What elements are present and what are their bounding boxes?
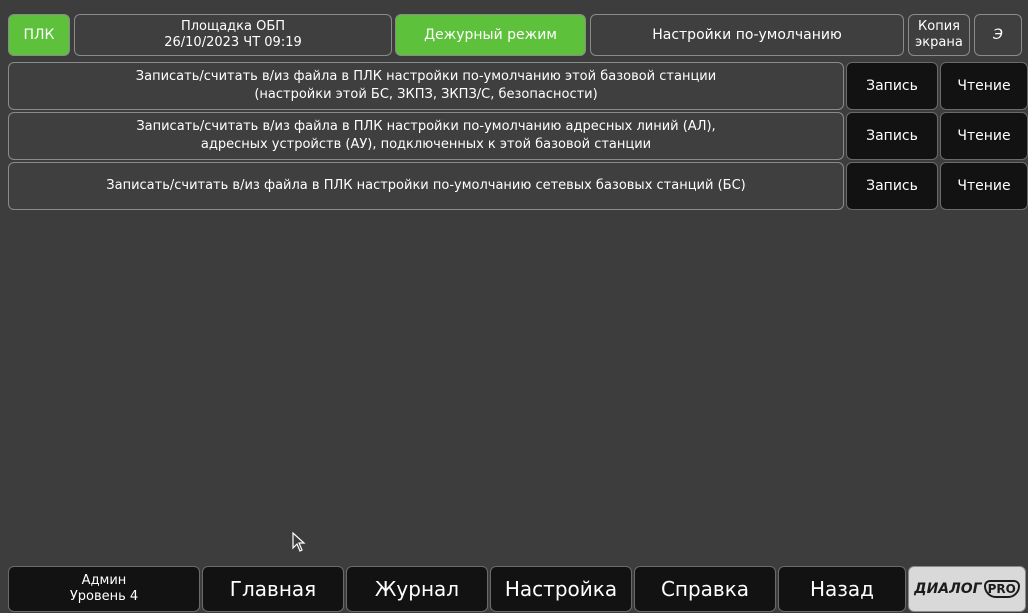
- read-label: Чтение: [957, 128, 1011, 144]
- write-button[interactable]: Запись: [846, 162, 938, 210]
- screen-copy-line2: экрана: [915, 35, 963, 50]
- write-label: Запись: [866, 128, 918, 144]
- datetime: 26/10/2023 ЧТ 09:19: [164, 35, 302, 50]
- write-label: Запись: [866, 78, 918, 94]
- write-button[interactable]: Запись: [846, 62, 938, 110]
- mode-indicator[interactable]: Дежурный режим: [395, 14, 586, 56]
- plc-button[interactable]: ПЛК: [8, 14, 70, 56]
- nav-back-label: Назад: [809, 577, 874, 601]
- row-line2: адресных устройств (АУ), подключенных к …: [200, 137, 652, 152]
- dialog-pro-logo: ДИАЛОГ PRO: [908, 566, 1026, 612]
- write-button[interactable]: Запись: [846, 112, 938, 160]
- nav-journal-button[interactable]: Журнал: [346, 566, 488, 612]
- settings-row-address-lines: Записать/считать в/из файла в ПЛК настро…: [8, 112, 844, 160]
- read-label: Чтение: [957, 178, 1011, 194]
- plc-label: ПЛК: [23, 27, 55, 43]
- row-line1: Записать/считать в/из файла в ПЛК настро…: [135, 69, 717, 84]
- screen-copy-line1: Копия: [918, 19, 960, 34]
- screen-copy-button[interactable]: Копия экрана: [908, 14, 970, 56]
- read-button[interactable]: Чтение: [940, 62, 1028, 110]
- user-info[interactable]: Админ Уровень 4: [8, 566, 200, 612]
- site-name: Площадка ОБП: [180, 19, 286, 34]
- mode-label: Дежурный режим: [424, 27, 557, 43]
- logo-pro: PRO: [983, 580, 1020, 598]
- energy-button[interactable]: Э: [974, 14, 1022, 56]
- mouse-cursor-icon: [292, 532, 306, 552]
- nav-settings-label: Настройка: [504, 577, 618, 601]
- page-title-label: Настройки по-умолчанию: [652, 27, 842, 43]
- nav-help-label: Справка: [660, 577, 750, 601]
- settings-row-base-station: Записать/считать в/из файла в ПЛК настро…: [8, 62, 844, 110]
- nav-main-label: Главная: [229, 577, 317, 601]
- energy-label: Э: [993, 27, 1003, 43]
- nav-back-button[interactable]: Назад: [778, 566, 906, 612]
- row-line1: Записать/считать в/из файла в ПЛК настро…: [106, 178, 746, 193]
- nav-settings-button[interactable]: Настройка: [490, 566, 632, 612]
- read-button[interactable]: Чтение: [940, 162, 1028, 210]
- read-label: Чтение: [957, 78, 1011, 94]
- row-line1: Записать/считать в/из файла в ПЛК настро…: [136, 119, 716, 134]
- settings-row-network-stations: Записать/считать в/из файла в ПЛК настро…: [8, 162, 844, 210]
- row-line2: (настройки этой БС, ЗКПЗ, ЗКПЗ/С, безопа…: [254, 87, 598, 102]
- user-name: Админ: [81, 573, 127, 588]
- read-button[interactable]: Чтение: [940, 112, 1028, 160]
- site-info: Площадка ОБП 26/10/2023 ЧТ 09:19: [74, 14, 392, 56]
- nav-journal-label: Журнал: [374, 577, 460, 601]
- page-title: Настройки по-умолчанию: [590, 14, 904, 56]
- user-level: Уровень 4: [69, 589, 139, 604]
- write-label: Запись: [866, 178, 918, 194]
- nav-main-button[interactable]: Главная: [202, 566, 344, 612]
- nav-help-button[interactable]: Справка: [634, 566, 776, 612]
- logo-text: ДИАЛОГ: [914, 581, 982, 597]
